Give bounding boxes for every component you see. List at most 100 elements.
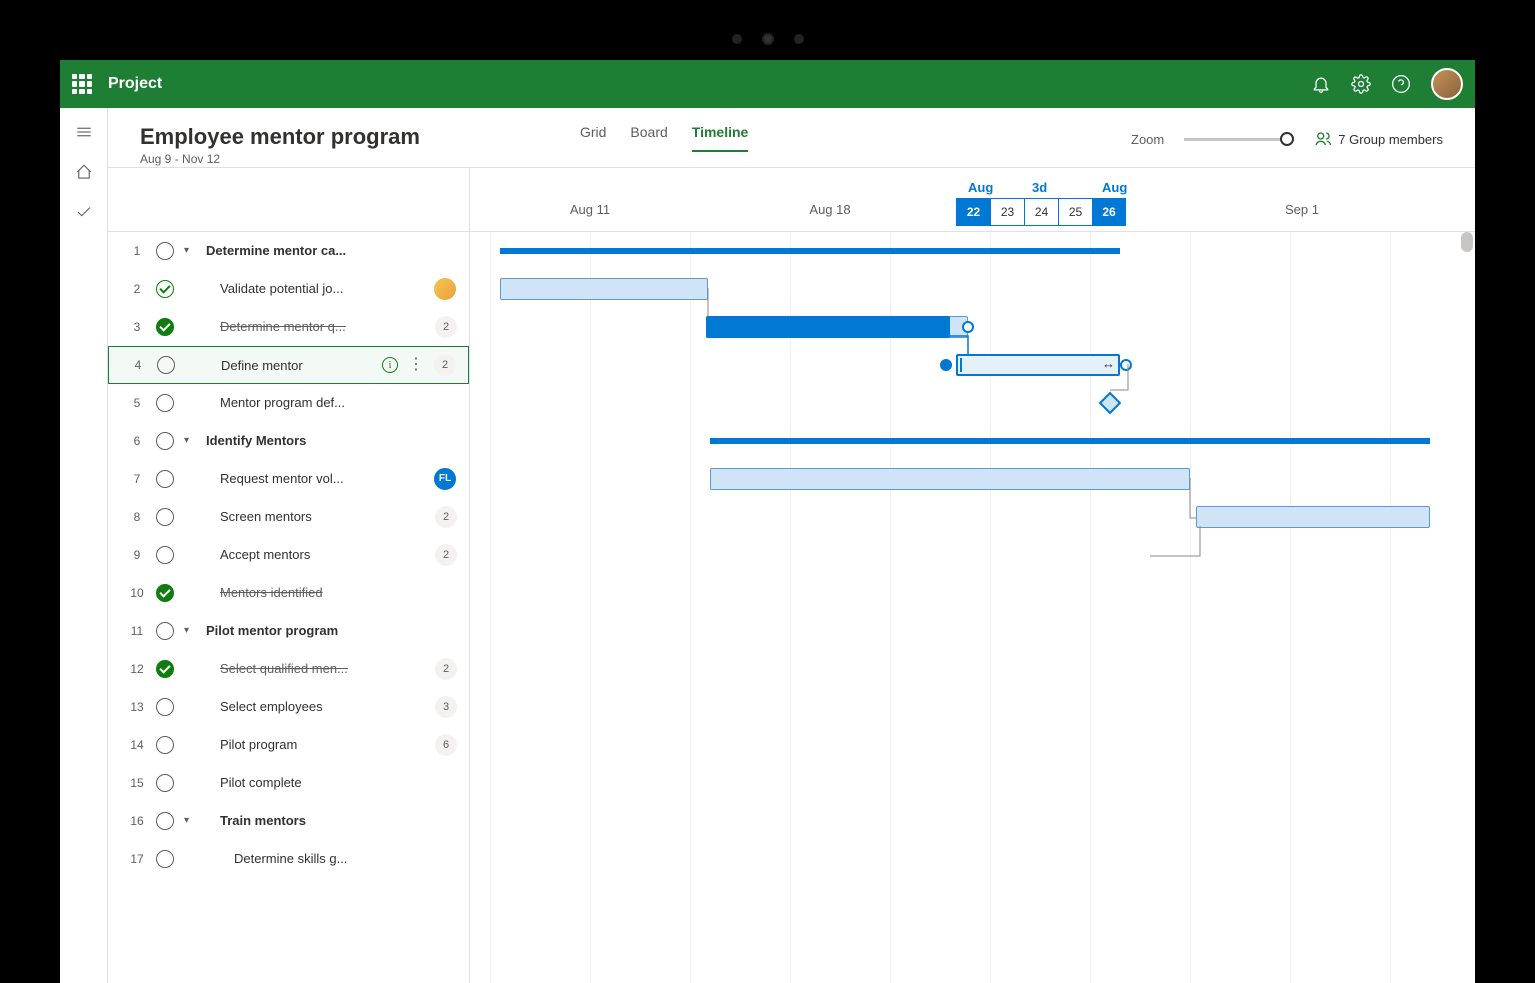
task-checkbox[interactable] bbox=[156, 698, 174, 716]
task-row[interactable]: 16 ▾ Train mentors bbox=[108, 802, 469, 840]
project-title: Employee mentor program bbox=[140, 124, 420, 150]
task-row[interactable]: 13Select employees3 bbox=[108, 688, 469, 726]
day-cell[interactable]: 22 bbox=[956, 198, 990, 226]
gantt-task-bar[interactable] bbox=[710, 468, 1190, 490]
task-checkbox[interactable] bbox=[156, 812, 174, 830]
gantt-summary-bar[interactable] bbox=[500, 248, 1120, 254]
task-index: 8 bbox=[128, 510, 146, 524]
task-checkbox[interactable] bbox=[156, 508, 174, 526]
tab-timeline[interactable]: Timeline bbox=[692, 124, 749, 152]
task-row[interactable]: 5Mentor program def... bbox=[108, 384, 469, 422]
bar-end-handle[interactable] bbox=[962, 321, 974, 333]
help-icon[interactable] bbox=[1391, 74, 1411, 94]
task-name[interactable]: Accept mentors bbox=[206, 547, 425, 562]
task-row[interactable]: 9Accept mentors2 bbox=[108, 536, 469, 574]
task-row[interactable]: 7Request mentor vol...FL bbox=[108, 460, 469, 498]
assignee-avatar[interactable]: FL bbox=[433, 467, 457, 491]
tab-grid[interactable]: Grid bbox=[580, 124, 606, 152]
task-name[interactable]: Request mentor vol... bbox=[206, 471, 423, 486]
notifications-icon[interactable] bbox=[1311, 74, 1331, 94]
task-checkbox[interactable] bbox=[156, 242, 174, 260]
task-name[interactable]: Screen mentors bbox=[206, 509, 425, 524]
task-index: 16 bbox=[128, 814, 146, 828]
task-name[interactable]: Validate potential jo... bbox=[206, 281, 423, 296]
gantt-milestone[interactable] bbox=[1099, 392, 1122, 415]
zoom-slider[interactable] bbox=[1184, 138, 1294, 141]
home-icon[interactable] bbox=[64, 156, 104, 188]
task-name[interactable]: Train mentors bbox=[206, 813, 457, 828]
settings-icon[interactable] bbox=[1351, 74, 1371, 94]
expand-chevron-icon[interactable]: ▾ bbox=[184, 435, 196, 446]
highlight-month-right: Aug bbox=[1102, 180, 1127, 195]
task-checkbox[interactable] bbox=[156, 280, 174, 298]
task-name[interactable]: Select employees bbox=[206, 699, 425, 714]
task-checkbox[interactable] bbox=[156, 394, 174, 412]
task-name[interactable]: Determine mentor ca... bbox=[206, 243, 457, 258]
app-launcher-icon[interactable] bbox=[72, 74, 92, 94]
task-checkbox[interactable] bbox=[157, 356, 175, 374]
task-name[interactable]: Select qualified men... bbox=[206, 661, 425, 676]
task-row[interactable]: 8Screen mentors2 bbox=[108, 498, 469, 536]
task-row[interactable]: 4Define mentori⋮2 bbox=[108, 346, 469, 384]
task-checkbox[interactable] bbox=[156, 774, 174, 792]
task-name[interactable]: Pilot complete bbox=[206, 775, 457, 790]
task-checkbox[interactable] bbox=[156, 546, 174, 564]
bar-start-handle[interactable] bbox=[940, 359, 952, 371]
task-row[interactable]: 11▾Pilot mentor program bbox=[108, 612, 469, 650]
group-members-label: 7 Group members bbox=[1338, 132, 1443, 147]
gantt-task-bar[interactable] bbox=[500, 278, 708, 300]
zoom-slider-thumb[interactable] bbox=[1280, 132, 1294, 146]
task-name[interactable]: Determine skills g... bbox=[206, 851, 457, 866]
task-row[interactable]: 12Select qualified men...2 bbox=[108, 650, 469, 688]
gantt-summary-bar[interactable] bbox=[710, 438, 1430, 444]
gantt-task-bar[interactable] bbox=[1196, 506, 1430, 528]
info-icon[interactable]: i bbox=[382, 357, 398, 373]
day-cell[interactable]: 23 bbox=[990, 198, 1024, 226]
task-name[interactable]: Define mentor bbox=[207, 358, 372, 373]
app-name: Project bbox=[108, 75, 162, 93]
task-name[interactable]: Pilot program bbox=[206, 737, 425, 752]
task-row[interactable]: 17 Determine skills g... bbox=[108, 840, 469, 878]
user-avatar[interactable] bbox=[1431, 68, 1463, 100]
task-checkbox[interactable] bbox=[156, 470, 174, 488]
task-row[interactable]: 15Pilot complete bbox=[108, 764, 469, 802]
more-options-icon[interactable]: ⋮ bbox=[408, 357, 424, 373]
day-cell[interactable]: 25 bbox=[1058, 198, 1092, 226]
menu-icon[interactable] bbox=[64, 116, 104, 148]
task-index: 17 bbox=[128, 852, 146, 866]
task-name[interactable]: Determine mentor q... bbox=[206, 319, 425, 334]
task-row[interactable]: 14Pilot program6 bbox=[108, 726, 469, 764]
gantt-task-bar-selected[interactable] bbox=[956, 354, 1120, 376]
task-row[interactable]: 2Validate potential jo... bbox=[108, 270, 469, 308]
checkmark-icon[interactable] bbox=[64, 196, 104, 228]
task-row[interactable]: 6 ▾ Identify Mentors bbox=[108, 422, 469, 460]
task-checkbox[interactable] bbox=[156, 584, 174, 602]
task-checkbox[interactable] bbox=[156, 432, 174, 450]
day-cell[interactable]: 24 bbox=[1024, 198, 1058, 226]
timeline-tick: Aug 11 bbox=[570, 202, 610, 217]
task-checkbox[interactable] bbox=[156, 850, 174, 868]
tab-board[interactable]: Board bbox=[630, 124, 667, 152]
assignee-avatar[interactable] bbox=[433, 277, 457, 301]
group-members-button[interactable]: 7 Group members bbox=[1314, 130, 1443, 148]
gantt-chart[interactable]: ↔ bbox=[470, 232, 1475, 983]
task-name[interactable]: Pilot mentor program bbox=[206, 623, 457, 638]
day-cell[interactable]: 26 bbox=[1092, 198, 1126, 226]
vertical-scrollbar[interactable] bbox=[1461, 232, 1473, 973]
task-checkbox[interactable] bbox=[156, 736, 174, 754]
task-name[interactable]: Mentor program def... bbox=[206, 395, 457, 410]
task-checkbox[interactable] bbox=[156, 660, 174, 678]
task-checkbox[interactable] bbox=[156, 622, 174, 640]
task-name[interactable]: Identify Mentors bbox=[206, 433, 457, 448]
task-name[interactable]: Mentors identified bbox=[206, 585, 457, 600]
task-row[interactable]: 3Determine mentor q...2 bbox=[108, 308, 469, 346]
expand-chevron-icon[interactable]: ▾ bbox=[184, 815, 196, 826]
task-row[interactable]: 10Mentors identified bbox=[108, 574, 469, 612]
task-index: 6 bbox=[128, 434, 146, 448]
task-checkbox[interactable] bbox=[156, 318, 174, 336]
expand-chevron-icon[interactable]: ▾ bbox=[184, 625, 196, 636]
task-row[interactable]: 1▾Determine mentor ca... bbox=[108, 232, 469, 270]
scrollbar-thumb[interactable] bbox=[1461, 232, 1473, 252]
gantt-progress-bar[interactable] bbox=[706, 316, 950, 338]
expand-chevron-icon[interactable]: ▾ bbox=[184, 245, 196, 256]
